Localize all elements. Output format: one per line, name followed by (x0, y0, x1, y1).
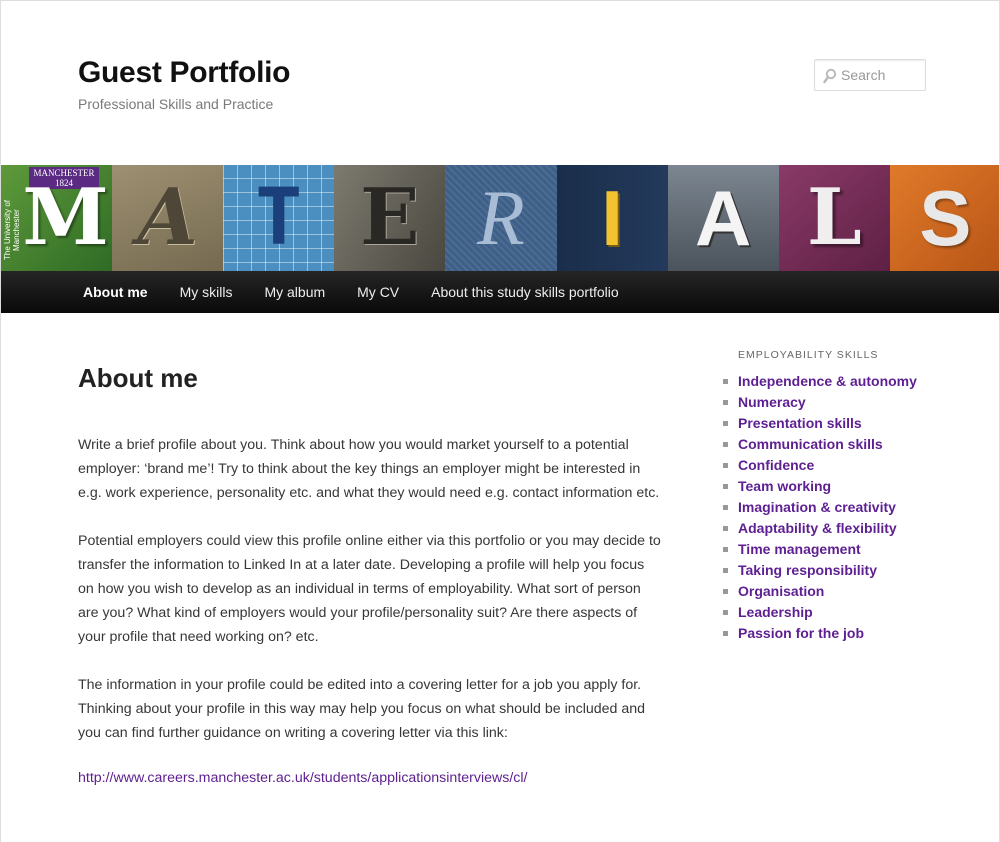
list-item: Independence & autonomy (723, 371, 978, 392)
header-banner[interactable]: MANCHESTER 1824 The University of Manche… (1, 165, 999, 271)
list-item: Adaptability & flexibility (723, 518, 978, 539)
skill-link[interactable]: Numeracy (738, 394, 806, 410)
nav-item-my-album[interactable]: My album (248, 271, 341, 313)
list-item: Team working (723, 476, 978, 497)
skill-link[interactable]: Passion for the job (738, 625, 864, 641)
banner-letter: I (601, 174, 623, 262)
paragraph: Potential employers could view this prof… (78, 533, 661, 645)
sidebar: Employability Skills Independence & auto… (723, 349, 978, 644)
sidebar-heading: Employability Skills (738, 349, 879, 361)
list-item: Communication skills (723, 434, 978, 455)
main-content: About me Write a brief profile about you… (78, 361, 663, 787)
skill-link[interactable]: Independence & autonomy (738, 373, 917, 389)
banner-letter: A (695, 174, 752, 262)
search-icon (823, 68, 837, 84)
banner-letter: T (255, 173, 303, 263)
skill-link[interactable]: Team working (738, 478, 831, 494)
skill-link[interactable]: Presentation skills (738, 415, 862, 431)
banner-tile-e: E (334, 165, 446, 271)
list-item: Numeracy (723, 392, 978, 413)
page-title: About me (78, 363, 198, 393)
skill-link[interactable]: Communication skills (738, 436, 883, 452)
search-box[interactable] (814, 59, 926, 91)
banner-letter: E (360, 172, 420, 263)
site-title[interactable]: Guest Portfolio (78, 56, 290, 90)
paragraph: The information in your profile could be… (78, 677, 646, 741)
skill-link[interactable]: Imagination & creativity (738, 499, 896, 515)
banner-tile-a2: A (667, 165, 779, 271)
list-item: Time management (723, 539, 978, 560)
nav-item-my-cv[interactable]: My CV (341, 271, 415, 313)
nav-item-my-skills[interactable]: My skills (164, 271, 249, 313)
site-description: Professional Skills and Practice (78, 96, 274, 112)
list-item: Imagination & creativity (723, 497, 978, 518)
paragraph: Write a brief profile about you. Think a… (78, 437, 660, 501)
list-item: Confidence (723, 455, 978, 476)
skill-link[interactable]: Leadership (738, 604, 813, 620)
list-item: Organisation (723, 581, 978, 602)
nav-item-about-portfolio[interactable]: About this study skills portfolio (415, 271, 635, 313)
banner-tile-s: S (889, 165, 999, 271)
list-item: Passion for the job (723, 623, 978, 644)
skill-link[interactable]: Adaptability & flexibility (738, 520, 897, 536)
list-item: Taking responsibility (723, 560, 978, 581)
banner-letter: M (22, 172, 109, 263)
list-item: Leadership (723, 602, 978, 623)
skills-list: Independence & autonomy Numeracy Present… (723, 371, 978, 644)
banner-tile-l: L (778, 165, 890, 271)
list-item: Presentation skills (723, 413, 978, 434)
nav-item-about-me[interactable]: About me (67, 271, 164, 313)
careers-link[interactable]: http://www.careers.manchester.ac.uk/stud… (78, 770, 527, 786)
banner-letter: R (477, 174, 525, 261)
skill-link[interactable]: Time management (738, 541, 861, 557)
main-nav: About me My skills My album My CV About … (1, 271, 999, 313)
skill-link[interactable]: Taking responsibility (738, 562, 877, 578)
skill-link[interactable]: Organisation (738, 583, 824, 599)
banner-letter: S (919, 174, 972, 262)
banner-tile-a: A (112, 165, 224, 271)
skill-link[interactable]: Confidence (738, 457, 814, 473)
banner-letter: A (137, 172, 198, 263)
banner-tile-m: MANCHESTER 1824 The University of Manche… (1, 165, 113, 271)
search-input[interactable] (841, 64, 923, 86)
banner-letter: L (806, 172, 862, 263)
page: Guest Portfolio Professional Skills and … (0, 0, 1000, 842)
banner-tile-i: I (556, 165, 668, 271)
banner-tile-t: T (223, 165, 335, 271)
banner-tile-r: R (445, 165, 557, 271)
